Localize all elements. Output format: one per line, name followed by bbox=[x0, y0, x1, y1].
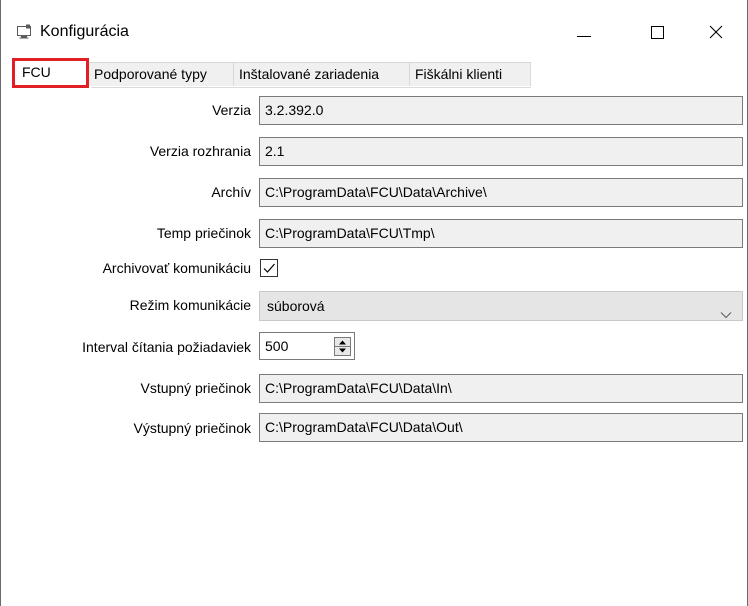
tab-label: Inštalované zariadenia bbox=[239, 66, 380, 82]
tab-label: Fiškálni klienti bbox=[415, 66, 503, 82]
window-title: Konfigurácia bbox=[40, 23, 129, 40]
minimize-button[interactable] bbox=[561, 10, 607, 56]
verzia-rozhrania-field: 2.1 bbox=[259, 137, 743, 166]
rezim-komunikacie-value: súborová bbox=[267, 298, 325, 314]
interval-citania-label: Interval čítania požiadaviek bbox=[82, 339, 251, 355]
window-app-icon bbox=[16, 24, 32, 40]
temp-priecinok-value: C:\ProgramData\FCU\Tmp\ bbox=[265, 225, 435, 241]
temp-priecinok-field[interactable]: C:\ProgramData\FCU\Tmp\ bbox=[259, 219, 743, 248]
configuration-window: Konfigurácia FCU Podporované typy Inštal… bbox=[0, 0, 748, 606]
verzia-field: 3.2.392.0 bbox=[259, 96, 743, 125]
tab-label: FCU bbox=[22, 64, 51, 80]
rezim-komunikacie-select[interactable]: súborová bbox=[259, 291, 743, 321]
archivovat-komunikaciu-checkbox[interactable] bbox=[260, 259, 278, 277]
tab-fiskalni-klienti[interactable]: Fiškálni klienti bbox=[409, 62, 531, 86]
close-icon bbox=[708, 24, 724, 43]
minimize-icon bbox=[576, 24, 592, 43]
chevron-down-icon bbox=[720, 301, 732, 319]
maximize-icon bbox=[649, 24, 665, 43]
archivovat-komunikaciu-label: Archivovať komunikáciu bbox=[102, 260, 251, 276]
vystupny-priecinok-label: Výstupný priečinok bbox=[133, 420, 251, 436]
interval-citania-stepper[interactable]: 500 bbox=[259, 332, 355, 360]
tab-podporovane-typy[interactable]: Podporované typy bbox=[88, 62, 234, 86]
archiv-field[interactable]: C:\ProgramData\FCU\Data\Archive\ bbox=[259, 178, 743, 207]
archiv-label: Archív bbox=[211, 184, 251, 200]
tab-instalovane-zariadenia[interactable]: Inštalované zariadenia bbox=[233, 62, 410, 86]
interval-citania-value: 500 bbox=[265, 338, 289, 354]
verzia-value: 3.2.392.0 bbox=[265, 102, 324, 118]
temp-priecinok-label: Temp priečinok bbox=[156, 225, 251, 241]
verzia-label: Verzia bbox=[212, 102, 251, 118]
tab-strip: FCU Podporované typy Inštalované zariade… bbox=[1, 58, 747, 88]
verzia-rozhrania-label: Verzia rozhrania bbox=[149, 143, 251, 159]
tab-fcu[interactable]: FCU bbox=[12, 58, 89, 88]
fcu-settings-panel: Verzia 3.2.392.0 Verzia rozhrania 2.1 Ar… bbox=[1, 88, 747, 606]
vystupny-priecinok-value: C:\ProgramData\FCU\Data\Out\ bbox=[265, 419, 463, 435]
maximize-button[interactable] bbox=[634, 10, 680, 56]
vstupny-priecinok-label: Vstupný priečinok bbox=[140, 380, 251, 396]
title-bar[interactable]: Konfigurácia bbox=[1, 0, 747, 58]
tab-label: Podporované typy bbox=[94, 66, 207, 82]
verzia-rozhrania-value: 2.1 bbox=[265, 143, 285, 159]
vstupny-priecinok-value: C:\ProgramData\FCU\Data\In\ bbox=[265, 380, 452, 396]
spinner-up-down-icon[interactable] bbox=[334, 337, 351, 356]
vystupny-priecinok-field[interactable]: C:\ProgramData\FCU\Data\Out\ bbox=[259, 413, 743, 442]
archiv-value: C:\ProgramData\FCU\Data\Archive\ bbox=[265, 184, 487, 200]
close-button[interactable] bbox=[693, 10, 739, 56]
rezim-komunikacie-label: Režim komunikácie bbox=[129, 297, 251, 313]
vstupny-priecinok-field[interactable]: C:\ProgramData\FCU\Data\In\ bbox=[259, 374, 743, 403]
